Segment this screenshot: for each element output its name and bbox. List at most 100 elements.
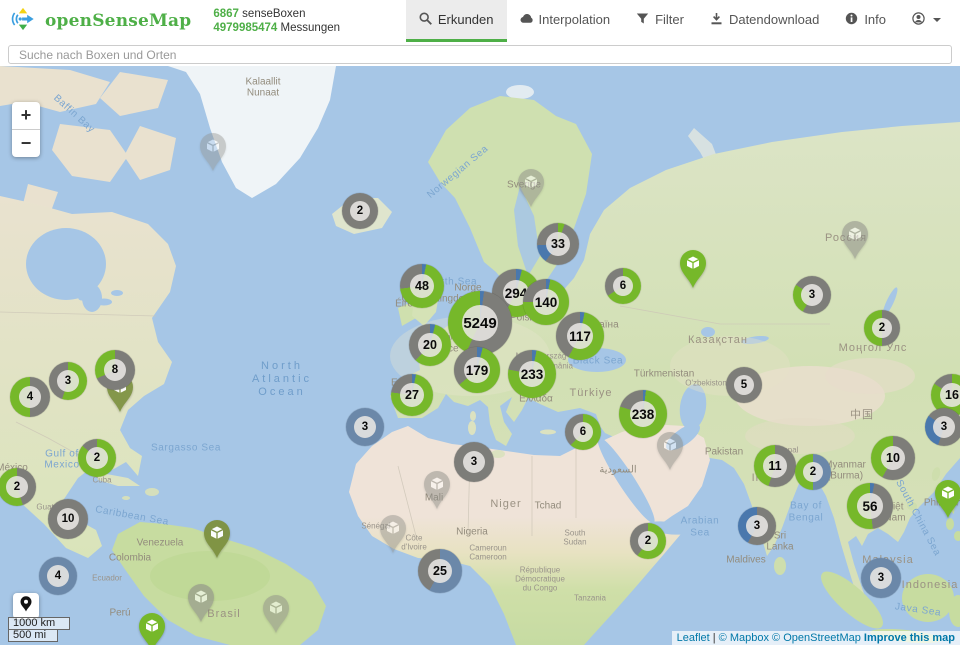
cluster-count: 117 bbox=[567, 323, 593, 349]
cluster-marker[interactable]: 33 bbox=[537, 223, 579, 265]
cluster-marker[interactable]: 25 bbox=[418, 549, 462, 593]
cluster-marker[interactable]: 3 bbox=[861, 558, 901, 598]
cluster-marker[interactable]: 4 bbox=[10, 377, 50, 417]
cluster-count: 27 bbox=[400, 383, 424, 407]
sensebox-pin[interactable] bbox=[678, 249, 708, 294]
zoom-out-button[interactable]: − bbox=[12, 130, 40, 157]
sensebox-pin[interactable] bbox=[840, 220, 870, 265]
cluster-count: 2 bbox=[872, 318, 892, 338]
improve-map-link[interactable]: Improve this map bbox=[864, 632, 955, 644]
cluster-marker[interactable]: 10 bbox=[871, 436, 915, 480]
cluster-marker[interactable]: 4 bbox=[39, 557, 77, 595]
cluster-count: 3 bbox=[933, 416, 955, 438]
map-label: du Congo bbox=[523, 584, 558, 593]
opensensemap-logo-icon bbox=[10, 6, 36, 37]
cluster-marker[interactable]: 3 bbox=[793, 276, 831, 314]
cluster-count: 5 bbox=[734, 375, 754, 395]
tab-erkunden[interactable]: Erkunden bbox=[406, 0, 507, 42]
top-bar: openSenseMap 6867 senseBoxen 4979985474 … bbox=[0, 0, 960, 42]
map-label: Nigeria bbox=[456, 527, 488, 538]
cluster-marker[interactable]: 2 bbox=[342, 193, 378, 229]
sensebox-pin[interactable] bbox=[378, 514, 408, 559]
account-menu[interactable] bbox=[899, 0, 954, 42]
filter-icon bbox=[636, 12, 649, 28]
cluster-marker[interactable]: 3 bbox=[49, 362, 87, 400]
map-label: Sri bbox=[774, 531, 786, 542]
cluster-marker[interactable]: 20 bbox=[409, 324, 451, 366]
map-label: Kalaallit bbox=[245, 77, 280, 88]
cluster-count: 11 bbox=[763, 454, 787, 478]
cluster-marker[interactable]: 48 bbox=[400, 264, 444, 308]
sensebox-pin[interactable] bbox=[202, 519, 232, 564]
sensebox-pin[interactable] bbox=[137, 612, 167, 645]
locate-button[interactable] bbox=[13, 593, 39, 619]
cluster-count: 6 bbox=[613, 276, 633, 296]
map-label: (Burma) bbox=[827, 471, 863, 482]
cluster-marker[interactable]: 11 bbox=[754, 445, 796, 487]
stats-block: 6867 senseBoxen 4979985474 Messungen bbox=[213, 0, 340, 42]
sensebox-pin[interactable] bbox=[261, 594, 291, 639]
map-label: Pakistan bbox=[705, 447, 743, 458]
search-input[interactable] bbox=[8, 45, 952, 64]
cluster-marker[interactable]: 2 bbox=[864, 310, 900, 346]
cluster-marker[interactable]: 3 bbox=[925, 408, 960, 446]
mapbox-link[interactable]: © Mapbox bbox=[719, 632, 769, 644]
cluster-marker[interactable]: 2 bbox=[630, 523, 666, 559]
leaflet-link[interactable]: Leaflet bbox=[677, 632, 710, 644]
cluster-count: 238 bbox=[630, 401, 656, 427]
map-label: South bbox=[565, 529, 586, 538]
map-label: Türkmenistan bbox=[634, 369, 695, 380]
cluster-marker[interactable]: 2 bbox=[0, 468, 36, 506]
tab-datendownload[interactable]: Datendownload bbox=[697, 0, 832, 42]
sensebox-pin[interactable] bbox=[516, 168, 546, 213]
cluster-marker[interactable]: 27 bbox=[391, 374, 433, 416]
sensebox-pin[interactable] bbox=[933, 479, 960, 524]
sensebox-pin[interactable] bbox=[422, 470, 452, 515]
cluster-marker[interactable]: 6 bbox=[605, 268, 641, 304]
cluster-marker[interactable]: 238 bbox=[619, 390, 667, 438]
measurements-label: Messungen bbox=[281, 22, 340, 34]
map-label: Ocean bbox=[258, 386, 305, 398]
cluster-count: 10 bbox=[881, 446, 905, 470]
map-label: Sudan bbox=[563, 538, 586, 547]
sensebox-pin[interactable] bbox=[186, 583, 216, 628]
cluster-count: 16 bbox=[940, 383, 960, 407]
cluster-count: 2 bbox=[6, 476, 28, 498]
tab-info[interactable]: Info bbox=[832, 0, 899, 42]
map-label: Mexico bbox=[44, 460, 79, 471]
cluster-marker[interactable]: 10 bbox=[48, 499, 88, 539]
cluster-marker[interactable]: 3 bbox=[454, 442, 494, 482]
cluster-marker[interactable]: 2 bbox=[795, 454, 831, 490]
cluster-count: 8 bbox=[104, 359, 126, 381]
map-canvas[interactable]: Baffin BayNorwegian SeaNorth SeaNorthAtl… bbox=[0, 66, 960, 645]
brand[interactable]: openSenseMap bbox=[0, 0, 191, 42]
tab-filter[interactable]: Filter bbox=[623, 0, 697, 42]
map-label: Ecuador bbox=[92, 574, 122, 583]
cluster-marker[interactable]: 6 bbox=[565, 414, 601, 450]
cluster-marker[interactable]: 117 bbox=[556, 312, 604, 360]
measurements-count: 4979985474 bbox=[213, 22, 277, 34]
sensebox-pin[interactable] bbox=[655, 431, 685, 476]
cluster-marker[interactable]: 5 bbox=[726, 367, 762, 403]
cluster-count: 233 bbox=[519, 361, 545, 387]
cluster-marker[interactable]: 3 bbox=[738, 507, 776, 545]
map-label: République bbox=[520, 566, 560, 575]
cluster-marker[interactable]: 8 bbox=[95, 350, 135, 390]
osm-link[interactable]: © OpenStreetMap bbox=[772, 632, 861, 644]
cluster-marker[interactable]: 179 bbox=[454, 347, 500, 393]
cluster-marker[interactable]: 56 bbox=[847, 483, 893, 529]
cluster-marker[interactable]: 2 bbox=[78, 439, 116, 477]
cluster-count: 3 bbox=[463, 451, 485, 473]
tab-interpolation[interactable]: Interpolation bbox=[507, 0, 624, 42]
cluster-marker[interactable]: 233 bbox=[508, 350, 556, 398]
cluster-marker[interactable]: 3 bbox=[346, 408, 384, 446]
map-label: Tchad bbox=[535, 501, 562, 512]
cluster-count: 2 bbox=[86, 447, 108, 469]
map-label: Baffin Bay bbox=[51, 93, 97, 136]
cluster-count: 179 bbox=[464, 357, 490, 383]
sensebox-pin[interactable] bbox=[198, 132, 228, 177]
map-label: Caribbean Sea bbox=[94, 504, 169, 528]
cluster-count: 4 bbox=[19, 386, 41, 408]
cluster-marker[interactable]: 5249 bbox=[448, 291, 512, 355]
zoom-in-button[interactable]: + bbox=[12, 102, 40, 130]
